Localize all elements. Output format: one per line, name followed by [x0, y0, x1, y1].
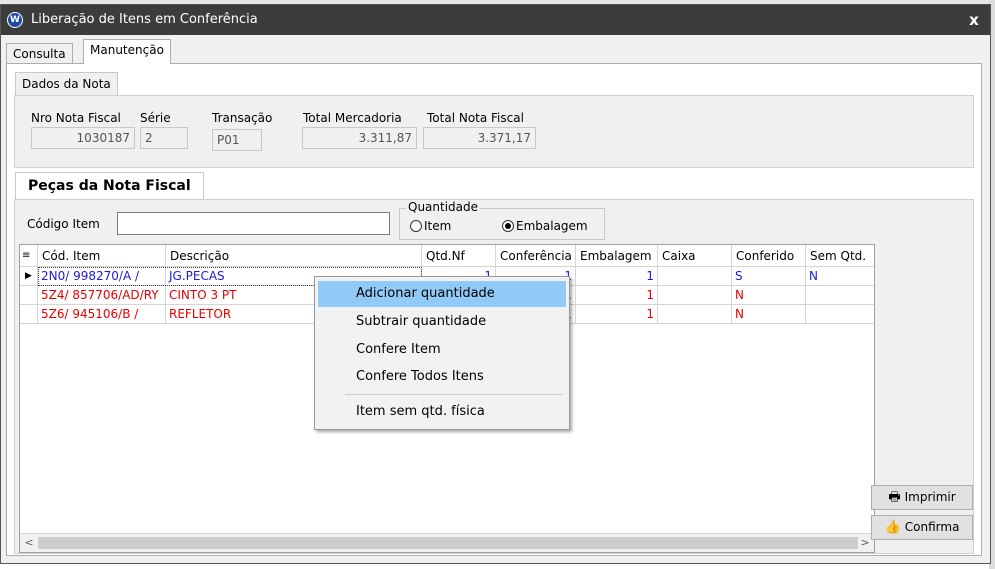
table-cell-caixa[interactable]: [658, 267, 732, 286]
column-header-caixa[interactable]: Caixa: [658, 245, 732, 267]
scroll-left-icon[interactable]: <: [20, 534, 38, 552]
codigo-item-label: Código Item: [27, 217, 100, 231]
radio-item-label: Item: [424, 219, 452, 233]
column-header-qtd-nf[interactable]: Qtd.Nf: [422, 245, 496, 267]
menu-item-confere-todos-itens[interactable]: Confere Todos Itens: [318, 364, 566, 390]
table-cell-cod[interactable]: 5Z4/ 857706/AD/RY: [38, 286, 166, 305]
grid-options-icon[interactable]: ≡: [20, 245, 38, 267]
imprimir-button[interactable]: 🖶 Imprimir: [871, 485, 973, 510]
menu-item-confere-item[interactable]: Confere Item: [318, 337, 566, 363]
table-cell-caixa[interactable]: [658, 305, 732, 324]
horizontal-scrollbar[interactable]: < >: [20, 533, 874, 552]
table-cell-conferido[interactable]: S: [732, 267, 806, 286]
dados-nota-panel: Nro Nota Fiscal 1030187 Série 2 Transaçã…: [14, 95, 974, 168]
tab-consulta[interactable]: Consulta: [6, 43, 73, 63]
table-cell-semqtd[interactable]: [806, 286, 874, 305]
quantidade-legend: Quantidade: [406, 200, 481, 214]
menu-item-adicionar-quantidade[interactable]: Adicionar quantidade: [318, 281, 566, 307]
codigo-item-input[interactable]: [117, 212, 390, 235]
total-mercadoria-field: 3.311,87: [302, 127, 417, 149]
table-cell-cod[interactable]: 5Z6/ 945106/B /: [38, 305, 166, 324]
nro-nota-label: Nro Nota Fiscal: [31, 111, 121, 125]
table-cell-emb[interactable]: 1: [576, 286, 658, 305]
close-button[interactable]: x: [964, 10, 984, 30]
radio-item-circle-icon: [410, 220, 422, 232]
menu-item-sem-qtd-fisica[interactable]: Item sem qtd. física: [318, 399, 566, 425]
table-cell-semqtd[interactable]: [806, 305, 874, 324]
column-header-sem-qtd[interactable]: Sem Qtd.: [806, 245, 874, 267]
table-cell-conferido[interactable]: N: [732, 286, 806, 305]
quantidade-radio-group: Quantidade Item Embalagem: [399, 200, 605, 240]
tab-dados-da-nota[interactable]: Dados da Nota: [15, 72, 118, 96]
column-header-conferido[interactable]: Conferido: [732, 245, 806, 267]
scrollbar-thumb[interactable]: [38, 537, 858, 549]
table-cell-semqtd[interactable]: N: [806, 267, 874, 286]
tab-pecas-nota-fiscal[interactable]: Peças da Nota Fiscal: [15, 172, 204, 200]
table-cell-cod[interactable]: 2N0/ 998270/A /: [38, 267, 166, 286]
table-cell-emb[interactable]: 1: [576, 267, 658, 286]
transacao-field: P01: [212, 129, 262, 151]
imprimir-label: Imprimir: [904, 490, 956, 504]
serie-label: Série: [140, 111, 171, 125]
nro-nota-field: 1030187: [31, 127, 135, 149]
total-mercadoria-label: Total Mercadoria: [303, 111, 402, 125]
menu-item-subtrair-quantidade[interactable]: Subtrair quantidade: [318, 309, 566, 335]
table-cell-conferido[interactable]: N: [732, 305, 806, 324]
table-cell-caixa[interactable]: [658, 286, 732, 305]
row-indicator-icon: ▶: [20, 267, 38, 286]
radio-embalagem-label: Embalagem: [516, 219, 588, 233]
row-selector[interactable]: [20, 305, 38, 324]
window-title: Liberação de Itens em Conferência: [31, 12, 258, 27]
total-nota-fiscal-label: Total Nota Fiscal: [427, 111, 524, 125]
vw-logo-icon: W: [7, 12, 23, 28]
column-header-conferencia[interactable]: Conferência: [496, 245, 576, 267]
total-nota-fiscal-field: 3.371,17: [423, 127, 536, 149]
context-menu: Adicionar quantidade Subtrair quantidade…: [314, 276, 570, 430]
column-header-descricao[interactable]: Descrição: [166, 245, 422, 267]
radio-embalagem[interactable]: Embalagem: [502, 219, 588, 233]
transacao-label: Transação: [212, 111, 273, 125]
radio-item[interactable]: Item: [410, 219, 451, 233]
printer-icon: 🖶: [888, 490, 901, 505]
column-header-cod-item[interactable]: Cód. Item: [38, 245, 166, 267]
confirma-button[interactable]: 👍 Confirma: [871, 515, 973, 540]
title-bar: W Liberação de Itens em Conferência x: [1, 5, 990, 35]
confirma-label: Confirma: [904, 520, 960, 534]
thumbs-up-icon: 👍: [884, 520, 901, 535]
tab-manutencao[interactable]: Manutenção: [83, 39, 171, 64]
column-header-embalagem[interactable]: Embalagem: [576, 245, 658, 267]
row-selector[interactable]: [20, 286, 38, 305]
radio-embalagem-circle-icon: [502, 220, 514, 232]
table-cell-emb[interactable]: 1: [576, 305, 658, 324]
menu-separator: [345, 394, 563, 395]
serie-field: 2: [140, 127, 188, 149]
